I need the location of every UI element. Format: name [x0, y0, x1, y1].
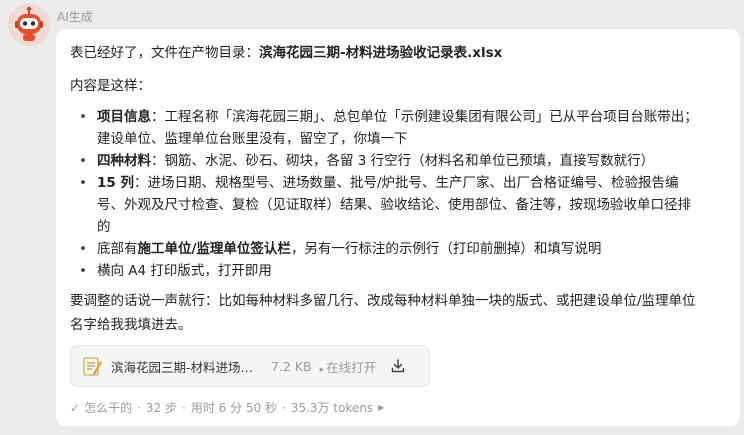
item-text: 横向 A4 打印版式，打开即用 — [97, 263, 272, 279]
item-text: 底部有 — [97, 241, 138, 257]
list-item: • 15 列：进场日期、规格型号、进场数量、批号/炉批号、生产厂家、出厂合格证编… — [70, 172, 726, 238]
file-size: 7.2 KB — [271, 358, 312, 374]
robot-icon — [8, 4, 50, 46]
item-text: ：钢筋、水泥、砂石、砌块，各留 3 行空行（材料名和单位已预填，直接写数就行） — [151, 153, 655, 169]
expand-arrow-icon[interactable]: ▶ — [378, 403, 384, 412]
item-text: ：进场日期、规格型号、进场数量、批号/炉批号、生产厂家、出厂合格证编号、检验报告… — [134, 175, 679, 191]
item-text: 建设单位、监理单位台账里没有，留空了，你填一下 — [97, 131, 408, 147]
item-text: ，另有一行标注的示例行（打印前删掉）和填写说明 — [290, 241, 602, 257]
checkmark-icon: ✓ — [70, 400, 81, 415]
message-bubble: 表已经好了，文件在产物目录：滨海花园三期-材料进场验收记录表.xlsx 内容是这… — [56, 29, 740, 426]
bullet-icon: • — [79, 175, 87, 191]
file-attachment-card[interactable]: 滨海花园三期-材料进场验… 7.2 KB ▸ 在线打开 — [70, 345, 430, 387]
list-item: • 四种材料：钢筋、水泥、砂石、砌块，各留 3 行空行（材料名和单位已预填，直接… — [70, 150, 726, 172]
run-summary[interactable]: ✓ 怎么干的 · 32 步 · 用时 6 分 50 秒 · 35.3万 toke… — [70, 399, 726, 416]
how-it-was-done-label[interactable]: 怎么干的 — [84, 399, 132, 416]
list-item: • 底部有施工单位/监理单位签认栏，另有一行标注的示例行（打印前删掉）和填写说明 — [70, 238, 726, 260]
bullet-icon: • — [79, 153, 87, 169]
bullet-icon: • — [79, 109, 87, 125]
message-lead: 表已经好了，文件在产物目录：滨海花园三期-材料进场验收记录表.xlsx — [70, 42, 726, 64]
separator: · — [182, 400, 186, 415]
item-title: 四种材料 — [97, 153, 151, 169]
open-online-label: 在线打开 — [326, 359, 377, 375]
play-icon: ▸ — [319, 364, 325, 375]
download-icon[interactable] — [390, 358, 406, 374]
item-text: 号、外观及尺寸检查、复检（见证取样）结果、验收结论、使用部位、备注等，按现场验收… — [97, 197, 691, 213]
item-text: 的 — [97, 219, 111, 235]
item-title: 15 列 — [97, 175, 134, 191]
sender-name: AI生成 — [57, 10, 93, 24]
list-item: • 横向 A4 打印版式，打开即用 — [70, 260, 726, 282]
output-file-name: 滨海花园三期-材料进场验收记录表.xlsx — [259, 45, 503, 61]
item-title: 项目信息 — [97, 109, 151, 125]
message-closing: 要调整的话说一声就行：比如每种材料多留几行、改成每种材料单独一块的版式、或把建设… — [70, 289, 726, 337]
closing-text: 名字给我我填进去。 — [70, 317, 192, 333]
lead-prefix: 表已经好了，文件在产物目录： — [70, 45, 259, 61]
item-title: 施工单位/监理单位签认栏 — [137, 241, 291, 257]
content-bullet-list: • 项目信息：工程名称「滨海花园三期」、总包单位「示例建设集团有限公司」已从平台… — [70, 106, 726, 282]
bullet-icon: • — [79, 241, 87, 257]
list-item: • 项目信息：工程名称「滨海花园三期」、总包单位「示例建设集团有限公司」已从平台… — [70, 106, 726, 150]
token-count: 35.3万 tokens — [290, 401, 374, 415]
step-count: 32 步 — [145, 401, 177, 415]
separator: · — [282, 400, 286, 415]
assistant-avatar — [8, 4, 50, 46]
file-name[interactable]: 滨海花园三期-材料进场验… — [111, 357, 261, 376]
closing-text: 要调整的话说一声就行：比如每种材料多留几行、改成每种材料单独一块的版式、或把建设… — [70, 293, 696, 309]
bullet-icon: • — [79, 263, 87, 279]
separator: · — [137, 400, 141, 415]
elapsed-time: 用时 6 分 50 秒 — [190, 401, 277, 415]
item-text: ：工程名称「滨海花园三期」、总包单位「示例建设集团有限公司」已从平台项目台账带出… — [151, 109, 698, 125]
open-online-link[interactable]: ▸ 在线打开 — [320, 357, 377, 376]
message-intro: 内容是这样： — [70, 78, 151, 94]
memo-icon — [83, 357, 102, 376]
